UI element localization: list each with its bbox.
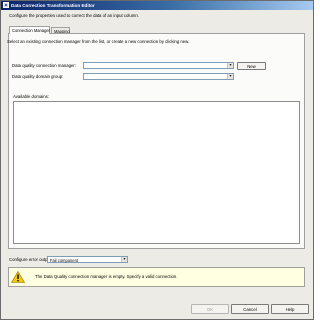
editor-description: Configure the properties used to correct… (9, 13, 139, 18)
app-icon (3, 2, 9, 8)
error-output-value: Fail component (50, 257, 78, 263)
window-title: Data Correction Transformation Editor (11, 2, 95, 8)
available-domains-list[interactable] (13, 101, 300, 244)
message-text: The Data Quality connection manager is e… (35, 274, 178, 279)
title-bar: Data Correction Transformation Editor (1, 1, 313, 10)
dq-domain-group-label: Data quality domain group: (12, 74, 64, 79)
new-connection-button[interactable]: New (237, 62, 266, 70)
available-domains-label: Available domains: (13, 94, 49, 99)
ok-button[interactable]: OK (191, 304, 229, 314)
help-button[interactable]: Help (271, 304, 309, 314)
chevron-down-icon[interactable]: ▼ (227, 74, 233, 79)
chevron-down-icon[interactable]: ▼ (121, 257, 127, 262)
error-output-dropdown[interactable]: Fail component ▼ (47, 256, 128, 263)
instructions-text: Select an existing connection manager fr… (7, 39, 190, 44)
message-bar: The Data Quality connection manager is e… (8, 267, 305, 287)
cancel-button[interactable]: Cancel (231, 304, 269, 314)
dq-connection-manager-dropdown[interactable]: ▼ (83, 62, 234, 69)
dq-connection-label: Data quality connection manager: (12, 63, 77, 68)
tab-connection-manager[interactable]: Connection Manager (9, 26, 50, 34)
dq-domain-group-dropdown[interactable]: ▼ (83, 73, 234, 80)
error-output-label: Configure error output: (9, 257, 53, 262)
chevron-down-icon[interactable]: ▼ (227, 63, 233, 68)
warning-icon (11, 271, 25, 283)
